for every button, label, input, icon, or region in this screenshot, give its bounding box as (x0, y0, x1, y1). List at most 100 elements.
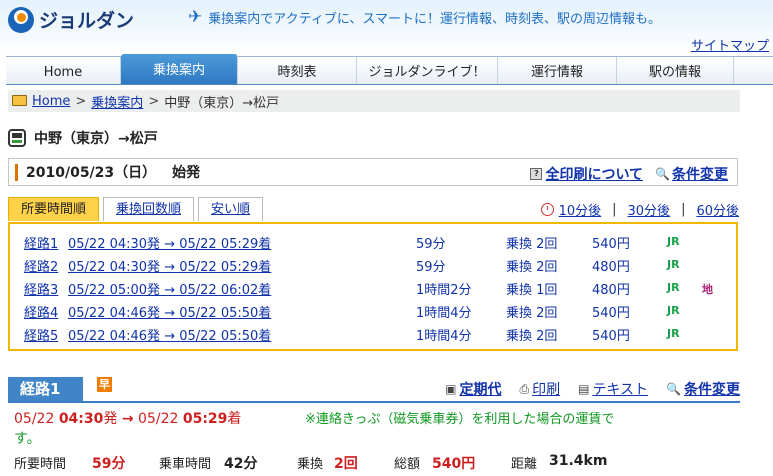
route-times[interactable]: 05/22 04:46発 → 05/22 05:50着 (68, 325, 271, 344)
route-duration: 1時間2分 (416, 283, 472, 298)
ride-time-value: 42分 (224, 456, 258, 472)
print-all-link[interactable]: 全印刷について (545, 164, 643, 184)
route-name[interactable]: 経路2 (24, 256, 58, 275)
departure-date: 05/22 (14, 411, 55, 427)
route-name[interactable]: 経路5 (24, 325, 58, 344)
route-fare: 480円 (592, 260, 630, 275)
tagline-text: 乗換案内でアクティブに、スマートに！運行情報、時刻表、駅の周辺情報も。 (208, 11, 662, 27)
tab-sort-transfers[interactable]: 乗換回数順 (103, 197, 195, 221)
fare-notice-cont: す。 (14, 431, 41, 447)
text-link[interactable]: テキスト (592, 379, 648, 399)
distance-value: 31.4km (549, 453, 608, 469)
date-marker (15, 163, 18, 181)
fare-label: 総額 (394, 457, 421, 472)
clock-icon (540, 203, 554, 216)
printer-icon: ⎙ (519, 381, 530, 396)
tagline: ✈ 乗換案内でアクティブに、スマートに！運行情報、時刻表、駅の周辺情報も。 (188, 7, 661, 27)
transfer-value: 2回 (334, 456, 358, 472)
route-transfers: 乗換 1回 (506, 283, 558, 298)
route-duration: 1時間4分 (416, 329, 472, 344)
global-nav: Home 乗換案内 時刻表 ジョルダンライブ！ 運行情報 駅の情報 (6, 54, 773, 85)
later-60-link[interactable]: 60分後 (696, 200, 739, 219)
train-icon (8, 129, 26, 147)
folder-icon (12, 94, 27, 106)
magnifier-icon: 🔍 (666, 382, 681, 396)
route-duration: 59分 (416, 260, 446, 275)
route-detail-links: ▣ 定期代 ⎙ 印刷 ▤ テキスト 🔍 条件変更 (445, 379, 740, 399)
route-title: 中野（東京）→松戸 (8, 128, 158, 148)
breadcrumb-separator: > (148, 93, 160, 109)
print-link[interactable]: 印刷 (532, 379, 560, 399)
later-30-link[interactable]: 30分後 (628, 200, 671, 219)
route-transfers: 乗換 2回 (506, 260, 558, 275)
transfer-label: 乗換 (297, 457, 324, 472)
fare-value: 540円 (432, 456, 476, 472)
jr-line-icon: JR (667, 281, 680, 294)
departure-suffix: 発 (103, 411, 118, 427)
route-list: 経路1 05/22 04:30発 → 05/22 05:29着 59分 乗換 2… (8, 222, 738, 351)
tab-sort-cheapest[interactable]: 安い順 (198, 197, 264, 221)
route-name[interactable]: 経路1 (24, 233, 58, 252)
header: ジョルダン ✈ 乗換案内でアクティブに、スマートに！運行情報、時刻表、駅の周辺情… (0, 0, 773, 56)
route-fare: 540円 (592, 237, 630, 252)
search-date: 2010/05/23（日） (26, 165, 157, 181)
subway-line-icon: 地 (702, 283, 713, 296)
search-condition-bar: 2010/05/23（日） 始発 ? 全印刷について 🔍 条件変更 (8, 158, 738, 186)
jr-line-icon: JR (667, 258, 680, 271)
arrival-date: 05/22 (138, 411, 179, 427)
arrow-icon: → (121, 411, 134, 427)
route-transfers: 乗換 2回 (506, 237, 558, 252)
breadcrumb-home[interactable]: Home (32, 94, 70, 109)
breadcrumb: Home > 乗換案内 > 中野（東京）→松戸 (8, 90, 740, 112)
print-info-icon: ? (530, 168, 543, 180)
route-duration: 59分 (416, 237, 446, 252)
airplane-icon: ✈ (188, 7, 203, 27)
nav-transfer[interactable]: 乗換案内 (121, 54, 238, 84)
first-train-label: 始発 (172, 165, 201, 181)
total-time-value: 59分 (92, 456, 126, 472)
route-name[interactable]: 経路3 (24, 279, 58, 298)
route-1-tab: 経路1 (8, 377, 83, 401)
route-fare: 540円 (592, 329, 630, 344)
nav-service-info[interactable]: 運行情報 (498, 57, 617, 84)
commuter-pass-icon: ▣ (445, 382, 457, 396)
breadcrumb-current: 中野（東京）→松戸 (164, 95, 280, 111)
sort-tabs: 所要時間順 乗換回数順 安い順 (8, 197, 267, 221)
route-detail-body: 05/22 04:30発 → 05/22 05:29着 ※連絡きっぷ（磁気乗車券… (8, 403, 740, 476)
fastest-badge: 早 (97, 377, 112, 392)
change-condition-link[interactable]: 条件変更 (672, 164, 728, 184)
change-condition-link[interactable]: 条件変更 (684, 379, 740, 399)
nav-jorudan-live[interactable]: ジョルダンライブ！ (357, 57, 498, 84)
route-name[interactable]: 経路4 (24, 302, 58, 321)
route-transfers: 乗換 2回 (506, 306, 558, 321)
nav-home[interactable]: Home (6, 57, 121, 84)
later-departures: 10分後 | 30分後 | 60分後 (540, 200, 739, 219)
magnifier-icon: 🔍 (655, 167, 670, 181)
commuter-pass-link[interactable]: 定期代 (460, 379, 502, 399)
route-detail-header: 経路1 早 ▣ 定期代 ⎙ 印刷 ▤ テキスト 🔍 条件変更 (8, 377, 740, 403)
nav-station-info[interactable]: 駅の情報 (617, 57, 734, 84)
breadcrumb-transfer[interactable]: 乗換案内 (91, 92, 143, 111)
departure-arrival: 05/22 04:30発 → 05/22 05:29着 (14, 408, 241, 428)
jr-line-icon: JR (667, 235, 680, 248)
route-times[interactable]: 05/22 05:00発 → 05/22 06:02着 (68, 279, 271, 298)
nav-timetable[interactable]: 時刻表 (238, 57, 357, 84)
later-10-link[interactable]: 10分後 (559, 200, 602, 219)
jorudan-logo[interactable]: ジョルダン (8, 6, 134, 33)
text-icon: ▤ (578, 382, 590, 396)
arrival-suffix: 着 (227, 411, 242, 427)
jr-line-icon: JR (667, 304, 680, 317)
total-time-label: 所要時間 (14, 457, 67, 472)
arrival-time: 05:29 (182, 411, 228, 427)
jr-line-icon: JR (667, 327, 680, 340)
fare-notice: ※連絡きっぷ（磁気乗車券）を利用した場合の運賃で (305, 412, 615, 427)
later-separator: | (681, 202, 686, 217)
route-times[interactable]: 05/22 04:30発 → 05/22 05:29着 (68, 233, 271, 252)
route-times[interactable]: 05/22 04:30発 → 05/22 05:29着 (68, 256, 271, 275)
sitemap-link[interactable]: サイトマップ (691, 35, 769, 54)
route-fare: 540円 (592, 306, 630, 321)
route-fare: 480円 (592, 283, 630, 298)
route-times[interactable]: 05/22 04:46発 → 05/22 05:50着 (68, 302, 271, 321)
tab-sort-time[interactable]: 所要時間順 (8, 197, 100, 221)
route-title-text: 中野（東京）→松戸 (34, 131, 158, 147)
